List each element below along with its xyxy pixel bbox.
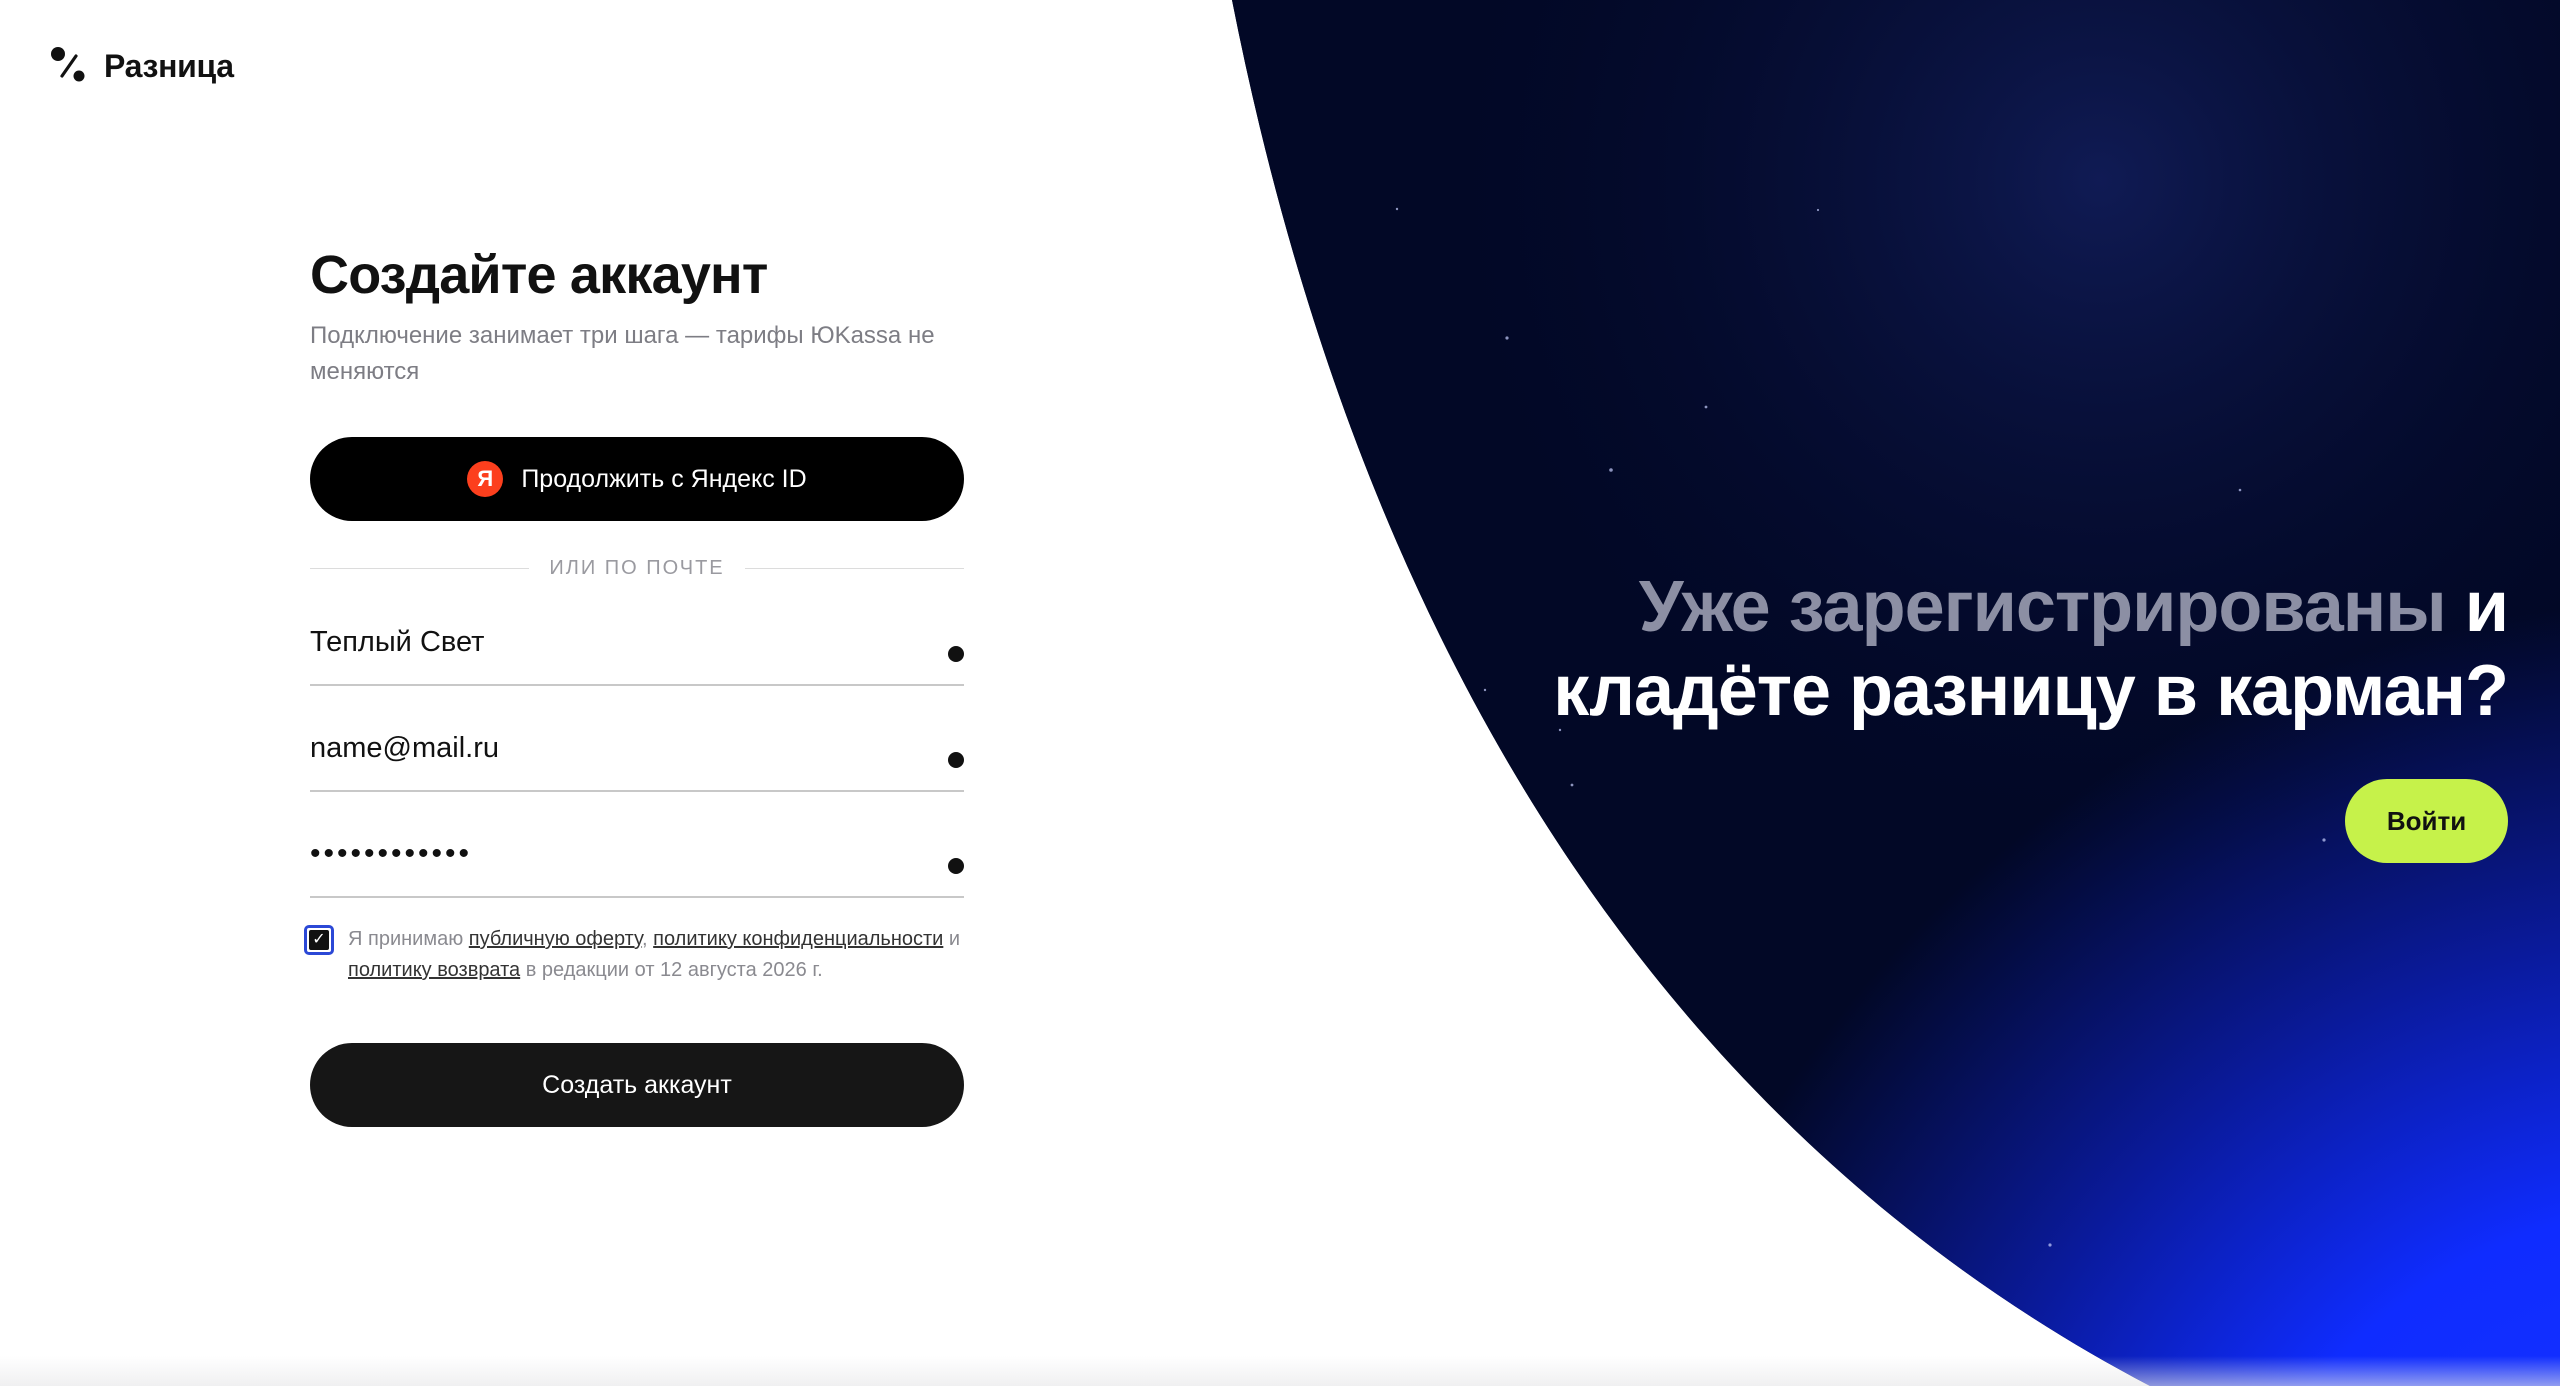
hero-headline: Уже зарегистрированы и кладёте разницу в… <box>1448 565 2509 733</box>
name-field[interactable]: Теплый Свет <box>310 600 964 686</box>
signup-page: Уже зарегистрированы и кладёте разницу в… <box>0 0 2560 1386</box>
email-field-value: name@mail.ru <box>310 731 499 764</box>
yandex-id-button[interactable]: Я Продолжить с Яндекс ID <box>310 437 964 521</box>
hero-headline-muted: Уже зарегистрированы <box>1638 567 2447 647</box>
consent-suffix: в редакции от 12 августа 2026 г. <box>525 959 823 981</box>
consent-row: ✓ Я принимаю публичную оферту, политику … <box>304 924 964 986</box>
yandex-icon: Я <box>467 461 504 497</box>
bottom-shadow <box>0 1356 2560 1386</box>
signup-form: Создайте аккаунт Подключение занимает тр… <box>304 240 964 1127</box>
hero-headline-connector: и <box>2464 567 2509 647</box>
required-indicator-icon <box>948 646 964 662</box>
consent-separator: , <box>642 928 648 950</box>
password-field[interactable]: •••••••••••• <box>310 812 964 898</box>
required-indicator-icon <box>948 858 964 874</box>
divider-line-left <box>310 568 530 569</box>
name-field-value: Теплый Свет <box>310 625 485 658</box>
divider-line-right <box>744 568 964 569</box>
consent-checkbox[interactable]: ✓ <box>304 925 334 955</box>
page-title: Создайте аккаунт <box>310 245 768 305</box>
divider-text: ИЛИ ПО ПОЧТЕ <box>549 557 725 579</box>
required-indicator-icon <box>948 752 964 768</box>
yandex-id-button-label: Продолжить с Яндекс ID <box>521 464 807 493</box>
hero-headline-main: кладёте разницу в карман? <box>1553 651 2509 731</box>
page-subtitle: Подключение занимает три шага — тарифы Ю… <box>310 322 935 385</box>
checkmark-icon: ✓ <box>309 930 329 950</box>
consent-prefix: Я принимаю <box>348 928 464 950</box>
password-field-value: •••••••••••• <box>310 837 473 870</box>
create-account-button[interactable]: Создать аккаунт <box>310 1043 964 1127</box>
brand-logo[interactable]: Разница <box>50 46 234 86</box>
refund-policy-link[interactable]: политику возврата <box>348 959 520 981</box>
login-button[interactable]: Войти <box>2345 779 2508 863</box>
consent-text: Я принимаю публичную оферту, политику ко… <box>348 924 964 986</box>
email-field[interactable]: name@mail.ru <box>310 706 964 792</box>
or-divider: ИЛИ ПО ПОЧТЕ <box>310 557 964 580</box>
public-offer-link[interactable]: публичную оферту <box>469 928 642 950</box>
consent-and: и <box>948 928 961 950</box>
percent-logo-icon <box>50 46 90 86</box>
privacy-policy-link[interactable]: политику конфиденциальности <box>653 928 943 950</box>
brand-name: Разница <box>104 47 234 84</box>
